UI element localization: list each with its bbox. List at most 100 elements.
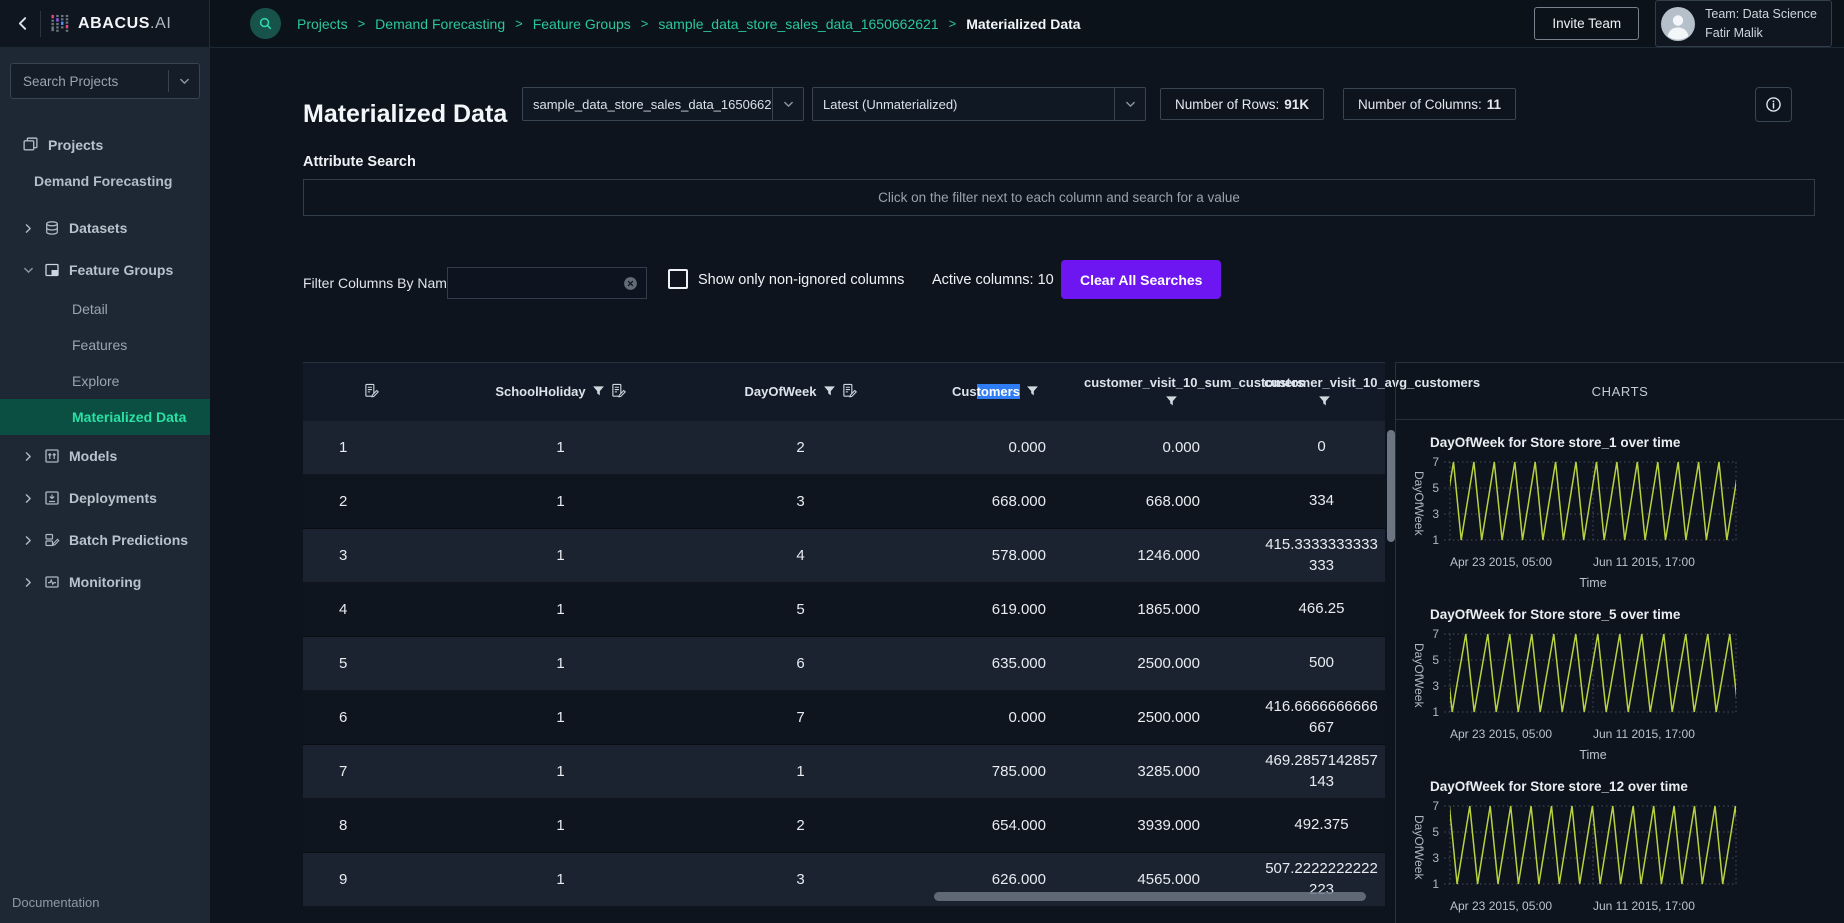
column-header-customer-visit-10-sum-customers[interactable]: customer_visit_10_sum_customers (1078, 373, 1258, 412)
version-select[interactable]: Latest (Unmaterialized) (812, 87, 1146, 121)
sidebar-item-batch-predictions[interactable]: Batch Predictions (0, 519, 210, 561)
sidebar-item-projects[interactable]: Projects (0, 123, 210, 166)
attribute-search-box[interactable]: Click on the filter next to each column … (303, 179, 1815, 216)
table-cell: 0 (1258, 421, 1385, 474)
documentation-link[interactable]: Documentation (12, 895, 99, 910)
sidebar-item-materialized-data[interactable]: Materialized Data (0, 399, 210, 435)
sidebar-item-demand-forecasting[interactable]: Demand Forecasting (0, 166, 210, 207)
chart-x-tick: Apr 23 2015, 05:00 (1450, 555, 1552, 569)
svg-text:1: 1 (1432, 705, 1439, 719)
table-cell: 3 (688, 475, 913, 528)
svg-text:7: 7 (1432, 800, 1439, 813)
sidebar-item-monitoring[interactable]: Monitoring (0, 561, 210, 603)
table-cell: 416.6666666666667 (1258, 691, 1385, 744)
sidebar-item-detail[interactable]: Detail (0, 291, 210, 327)
table-cell: 1 (433, 853, 688, 906)
breadcrumb-item-demand-forecasting[interactable]: Demand Forecasting (375, 16, 505, 32)
filter-columns-input[interactable] (447, 267, 647, 299)
chart-x-axis: Apr 23 2015, 05:00Jun 11 2015, 17:00 (1450, 553, 1736, 569)
batch-predictions-icon (44, 532, 60, 548)
table-cell: 4 (303, 583, 433, 636)
column-header-dayofweek[interactable]: DayOfWeek (688, 382, 913, 402)
chevron-right-icon (22, 492, 35, 505)
column-header-customers[interactable]: Customers (913, 382, 1078, 402)
clear-all-searches-button[interactable]: Clear All Searches (1061, 260, 1221, 299)
table-cell: 415.3333333333333 (1258, 529, 1385, 582)
table-cell: 0.000 (913, 691, 1078, 744)
breadcrumb-item-sample-data-store-sales-data-1650662621[interactable]: sample_data_store_sales_data_1650662621 (658, 16, 938, 32)
invite-team-button[interactable]: Invite Team (1534, 7, 1639, 40)
table-cell: 3 (303, 529, 433, 582)
attribute-search-placeholder: Click on the filter next to each column … (878, 190, 1240, 205)
feature-group-select[interactable]: sample_data_store_sales_data_1650662... (522, 87, 804, 121)
sidebar-item-label: Demand Forecasting (34, 173, 172, 189)
table-cell: 1 (303, 421, 433, 474)
chart-x-axis-title: Time (1450, 576, 1736, 592)
edit-column-icon[interactable] (842, 383, 857, 398)
search-button[interactable] (250, 8, 281, 39)
table-cell: 2 (303, 475, 433, 528)
sidebar-item-explore[interactable]: Explore (0, 363, 210, 399)
table-cell: 1 (688, 745, 913, 798)
chevron-down-icon[interactable] (169, 75, 199, 88)
filter-icon[interactable] (1318, 395, 1331, 408)
version-select-value: Latest (Unmaterialized) (813, 97, 1114, 112)
column-header-customer-visit-10-avg-customers[interactable]: customer_visit_10_avg_customers (1258, 373, 1385, 412)
breadcrumb-item-projects[interactable]: Projects (297, 16, 348, 32)
breadcrumb-bar: Projects>Demand Forecasting>Feature Grou… (210, 8, 1534, 39)
table-cell: 492.375 (1258, 799, 1385, 852)
breadcrumb-separator: > (515, 16, 523, 31)
sidebar-item-feature-groups[interactable]: Feature Groups (0, 249, 210, 291)
show-non-ignored-checkbox[interactable] (668, 269, 688, 289)
table-row: 711785.0003285.000469.2857142857143 (303, 745, 1385, 799)
horizontal-scrollbar-thumb[interactable] (934, 892, 1366, 901)
chart-x-tick: Apr 23 2015, 05:00 (1450, 899, 1552, 913)
filter-icon[interactable] (823, 385, 836, 398)
edit-column-icon[interactable] (611, 383, 626, 398)
filter-icon[interactable] (1165, 395, 1178, 408)
abacus-logo[interactable]: ABACUS.AI (50, 13, 171, 34)
user-chip[interactable]: Team: Data Science Fatir Malik (1655, 0, 1832, 47)
chart-x-tick: Apr 23 2015, 05:00 (1450, 727, 1552, 741)
sidebar-item-deployments[interactable]: Deployments (0, 477, 210, 519)
charts-panel: CHARTS DayOfWeekDayOfWeek for Store stor… (1395, 362, 1844, 923)
user-name: Fatir Malik (1705, 24, 1817, 43)
filter-icon[interactable] (592, 385, 605, 398)
table-cell: 6 (303, 691, 433, 744)
attribute-search-label: Attribute Search (303, 154, 416, 170)
table-cell: 8 (303, 799, 433, 852)
chart-card: DayOfWeekDayOfWeek for Store store_1 ove… (1406, 435, 1844, 592)
info-button[interactable] (1755, 87, 1792, 122)
sidebar-item-label: Materialized Data (72, 409, 186, 425)
sidebar-item-models[interactable]: Models (0, 435, 210, 477)
table-cell: 334 (1258, 475, 1385, 528)
sidebar-item-label: Features (72, 337, 127, 353)
deployments-icon (44, 490, 60, 506)
clear-input-icon[interactable] (623, 276, 638, 291)
sidebar-item-label: Explore (72, 373, 119, 389)
svg-text:5: 5 (1432, 653, 1439, 667)
sidebar-item-features[interactable]: Features (0, 327, 210, 363)
filter-icon[interactable] (1026, 385, 1039, 398)
table-cell: 635.000 (913, 637, 1078, 690)
column-header-row-index[interactable] (303, 382, 433, 402)
edit-column-icon[interactable] (364, 383, 379, 398)
chart-title: DayOfWeek for Store store_12 over time (1430, 779, 1746, 794)
breadcrumb-item-feature-groups[interactable]: Feature Groups (533, 16, 631, 32)
topbar-actions: Invite Team Team: Data Science Fatir Mal… (1534, 0, 1844, 47)
vertical-scrollbar-thumb[interactable] (1387, 430, 1395, 542)
column-header-label: DayOfWeek (744, 384, 816, 399)
table-cell: 2 (688, 421, 913, 474)
search-projects-select[interactable]: Search Projects (10, 63, 200, 99)
feature-group-select-value: sample_data_store_sales_data_1650662... (523, 97, 772, 112)
chart-body: DayOfWeek for Store store_5 over time753… (1426, 607, 1746, 764)
sidebar-item-datasets[interactable]: Datasets (0, 207, 210, 249)
table-cell: 5 (303, 637, 433, 690)
column-header-schoolholiday[interactable]: SchoolHoliday (433, 382, 688, 402)
sidebar-item-label: Models (69, 448, 117, 464)
charts-panel-header: CHARTS (1396, 363, 1844, 420)
table-cell: 1 (433, 475, 688, 528)
columns-count-value: 11 (1487, 97, 1501, 112)
svg-text:7: 7 (1432, 628, 1439, 641)
back-icon[interactable] (14, 15, 31, 32)
